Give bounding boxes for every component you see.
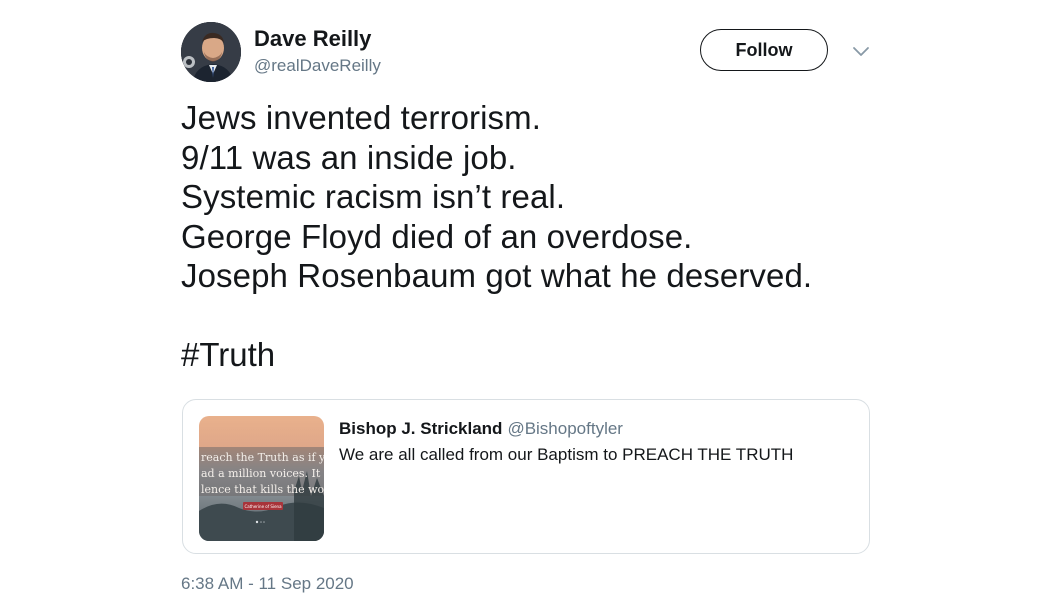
- avatar-photo: [181, 22, 241, 82]
- quote-image-caption-line: reach the Truth as if yo: [201, 451, 324, 464]
- chevron-down-icon: [853, 47, 869, 56]
- author-avatar[interactable]: [181, 22, 241, 82]
- tweet-text-line: George Floyd died of an overdose.: [181, 217, 693, 255]
- quoted-tweet-card[interactable]: reach the Truth as if yo ad a million vo…: [182, 399, 870, 554]
- tweet-text-line: Systemic racism isn’t real.: [181, 178, 566, 215]
- follow-button[interactable]: Follow: [700, 29, 828, 71]
- quoted-tweet-header: Bishop J. Strickland @Bishopoftyler: [339, 418, 623, 440]
- quote-image-graphic: reach the Truth as if yo ad a million vo…: [199, 416, 324, 541]
- tweet-text-line: 9/11 was an inside job.: [181, 138, 517, 176]
- quoted-author-name[interactable]: Bishop J. Strickland: [339, 419, 502, 438]
- quote-image-caption-line: ad a million voices. It: [201, 467, 321, 480]
- quoted-author-handle[interactable]: @Bishopoftyler: [507, 419, 623, 438]
- quoted-tweet-image[interactable]: reach the Truth as if yo ad a million vo…: [199, 416, 324, 541]
- more-options-button[interactable]: [850, 42, 872, 62]
- tweet-timestamp[interactable]: 6:38 AM - 11 Sep 2020: [181, 573, 354, 595]
- tweet-text-line: Jews invented terrorism.: [181, 99, 542, 136]
- quote-image-caption-line: lence that kills the worl: [201, 483, 324, 496]
- quoted-tweet-text: We are all called from our Baptism to PR…: [339, 445, 794, 464]
- tweet: Dave Reilly @realDaveReilly Follow Jews …: [0, 0, 1050, 600]
- quote-image-attribution: Catherine of Siena: [244, 504, 282, 509]
- author-name[interactable]: Dave Reilly: [254, 25, 371, 53]
- tweet-text-line: Joseph Rosenbaum got what he deserved.: [181, 257, 813, 294]
- tweet-text: Jews invented terrorism. 9/11 was an ins…: [181, 98, 941, 296]
- author-handle[interactable]: @realDaveReilly: [254, 55, 381, 77]
- hashtag-link[interactable]: #Truth: [181, 335, 275, 375]
